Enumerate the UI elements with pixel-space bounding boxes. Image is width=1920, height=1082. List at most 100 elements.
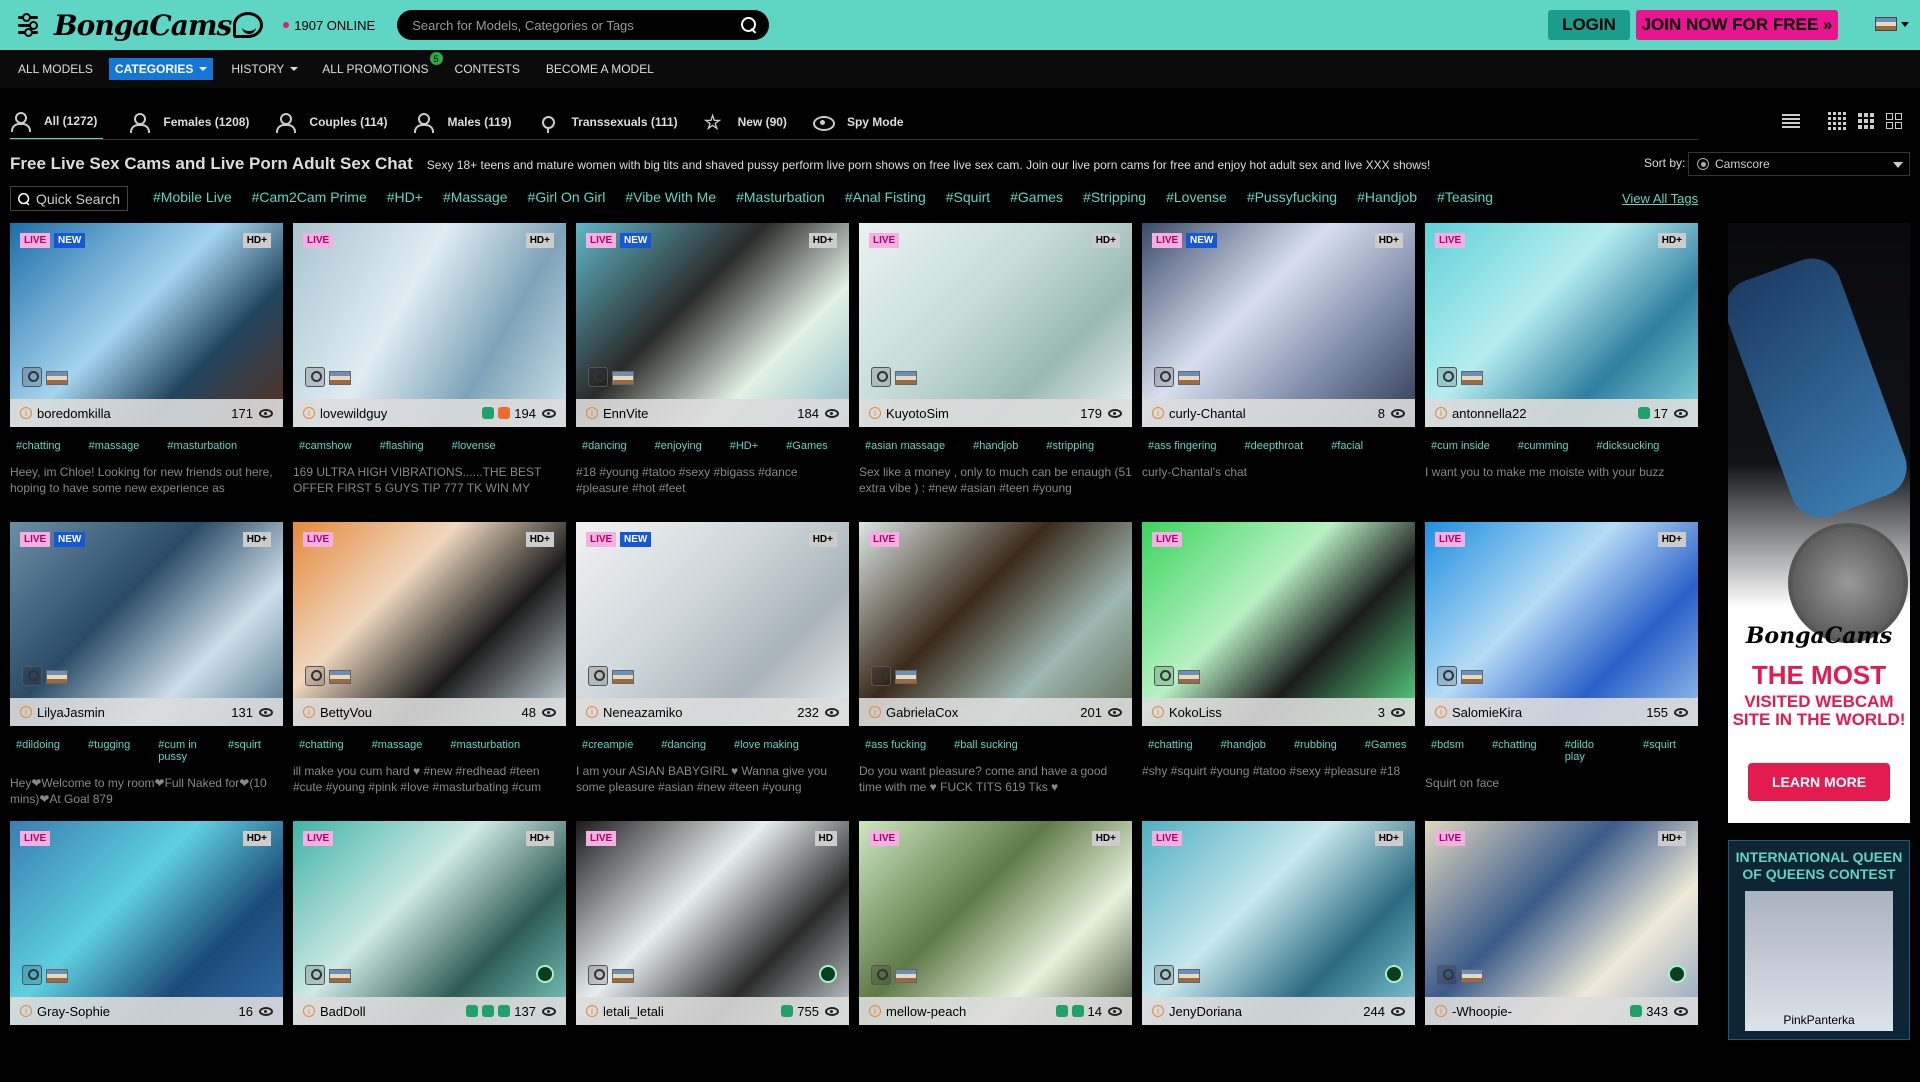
card-tag[interactable]: #rubbing — [1294, 739, 1337, 751]
model-name[interactable]: letali_letali — [603, 1004, 781, 1019]
model-name[interactable]: KokoLiss — [1169, 705, 1378, 720]
model-card[interactable]: LIVE HD+ i BadDoll 137 — [293, 821, 566, 1082]
card-tag[interactable]: #massage — [89, 440, 140, 452]
info-icon[interactable]: i — [1152, 1005, 1164, 1017]
card-tag[interactable]: #stripping — [1046, 440, 1094, 452]
card-tag[interactable]: #Games — [786, 440, 828, 452]
model-thumbnail[interactable]: LIVE HD i letali_letali 755 — [576, 821, 849, 1025]
model-card[interactable]: LIVE HD+ i mellow-peach 14 — [859, 821, 1132, 1082]
list-view-icon[interactable] — [1782, 114, 1800, 128]
nav-all-models[interactable]: ALL MODELS — [18, 62, 93, 76]
model-thumbnail[interactable]: LIVE NEW HD+ i Neneazamiko 232 — [576, 522, 849, 726]
zoom-icon[interactable] — [1437, 965, 1457, 985]
model-card[interactable]: LIVE NEW HD+ i Neneazamiko 232 #creampie #danci… — [576, 522, 849, 795]
info-icon[interactable]: i — [303, 407, 315, 419]
card-tag[interactable]: #Games — [1365, 739, 1407, 751]
zoom-icon[interactable] — [588, 367, 608, 387]
tag-link[interactable]: #Anal Fisting — [845, 189, 926, 205]
model-name[interactable]: -Whoopie- — [1452, 1004, 1630, 1019]
tab-spy-mode[interactable]: Spy Mode — [812, 104, 904, 140]
tag-link[interactable]: #Games — [1010, 189, 1063, 205]
model-thumbnail[interactable]: LIVE NEW HD+ i LilyaJasmin 131 — [10, 522, 283, 726]
model-thumbnail[interactable]: LIVE NEW HD+ i curly-Chantal 8 — [1142, 223, 1415, 427]
info-icon[interactable]: i — [20, 1005, 32, 1017]
model-thumbnail[interactable]: LIVE HD+ i mellow-peach 14 — [859, 821, 1132, 1025]
info-icon[interactable]: i — [303, 1005, 315, 1017]
model-name[interactable]: GabrielaCox — [886, 705, 1080, 720]
model-card[interactable]: LIVE NEW HD+ i EnnVite 184 #dancing #enjoying #H… — [576, 223, 849, 496]
model-card[interactable]: LIVE NEW HD+ i LilyaJasmin 131 #dildoing #tuggi… — [10, 522, 283, 807]
model-name[interactable]: Neneazamiko — [603, 705, 797, 720]
model-name[interactable]: BadDoll — [320, 1004, 466, 1019]
info-icon[interactable]: i — [869, 407, 881, 419]
zoom-icon[interactable] — [588, 666, 608, 686]
tab-new[interactable]: New (90) — [704, 104, 787, 140]
tag-link[interactable]: #Massage — [443, 189, 508, 205]
learn-more-button[interactable]: LEARN MORE — [1748, 763, 1890, 801]
zoom-icon[interactable] — [22, 965, 42, 985]
zoom-icon[interactable] — [1154, 965, 1174, 985]
tag-link[interactable]: #Stripping — [1083, 189, 1146, 205]
model-card[interactable]: LIVE NEW HD+ i curly-Chantal 8 #ass fingering #… — [1142, 223, 1415, 496]
model-thumbnail[interactable]: LIVE HD+ i -Whoopie- 343 — [1425, 821, 1698, 1025]
card-tag[interactable]: #enjoying — [655, 440, 702, 452]
card-tag[interactable]: #handjob — [1221, 739, 1266, 751]
search-icon[interactable] — [741, 17, 757, 33]
tag-link[interactable]: #Pussyfucking — [1247, 189, 1337, 205]
model-thumbnail[interactable]: LIVE NEW HD+ i boredomkilla 171 — [10, 223, 283, 427]
info-icon[interactable]: i — [1435, 1005, 1447, 1017]
model-name[interactable]: lovewildguy — [320, 406, 482, 421]
model-thumbnail[interactable]: LIVE HD+ i SalomieKira 155 — [1425, 522, 1698, 726]
site-logo[interactable]: BongaCams — [54, 9, 264, 42]
card-tag[interactable]: #creampie — [582, 739, 633, 751]
model-card[interactable]: LIVE HD i letali_letali 755 — [576, 821, 849, 1082]
info-icon[interactable]: i — [1152, 407, 1164, 419]
contest-banner[interactable]: INTERNATIONAL QUEEN OF QUEENS CONTEST Pi… — [1728, 840, 1910, 1040]
model-name[interactable]: mellow-peach — [886, 1004, 1056, 1019]
card-tag[interactable]: #chatting — [299, 739, 344, 751]
tag-link[interactable]: #HD+ — [387, 189, 423, 205]
card-tag[interactable]: #dildoing — [16, 739, 60, 763]
zoom-icon[interactable] — [871, 965, 891, 985]
tag-link[interactable]: #Girl On Girl — [528, 189, 606, 205]
model-name[interactable]: BettyVou — [320, 705, 522, 720]
model-thumbnail[interactable]: LIVE HD+ i antonnella22 17 — [1425, 223, 1698, 427]
info-icon[interactable]: i — [869, 1005, 881, 1017]
model-name[interactable]: KuyotoSim — [886, 406, 1080, 421]
model-thumbnail[interactable]: LIVE HD+ i BettyVou 48 — [293, 522, 566, 726]
zoom-icon[interactable] — [1437, 666, 1457, 686]
tag-link[interactable]: #Lovense — [1166, 189, 1227, 205]
login-button[interactable]: LOGIN — [1548, 10, 1630, 40]
info-icon[interactable]: i — [586, 706, 598, 718]
model-name[interactable]: boredomkilla — [37, 406, 231, 421]
quick-search-button[interactable]: Quick Search — [10, 186, 128, 211]
card-tag[interactable]: #asian massage — [865, 440, 945, 452]
tab-females[interactable]: Females (1208) — [129, 104, 249, 140]
zoom-icon[interactable] — [871, 367, 891, 387]
zoom-icon[interactable] — [1154, 666, 1174, 686]
card-tag[interactable]: #dicksucking — [1596, 440, 1659, 452]
tab-all[interactable]: All (1272) — [10, 104, 104, 140]
nav-all-promotions[interactable]: ALL PROMOTIONS 5 — [322, 52, 443, 76]
card-tag[interactable]: #cum in pussy — [158, 739, 200, 763]
model-thumbnail[interactable]: LIVE HD+ i JenyDoriana 244 — [1142, 821, 1415, 1025]
model-card[interactable]: LIVE NEW HD+ i boredomkilla 171 #chatting #mass… — [10, 223, 283, 496]
card-tag[interactable]: #squirt — [228, 739, 261, 763]
card-tag[interactable]: #cum inside — [1431, 440, 1490, 452]
search-input[interactable] — [412, 17, 742, 33]
card-tag[interactable]: #masturbation — [450, 739, 520, 751]
info-icon[interactable]: i — [586, 1005, 598, 1017]
model-card[interactable]: LIVE HD+ i Gray-Sophie 16 — [10, 821, 283, 1082]
tag-link[interactable]: #Cam2Cam Prime — [252, 189, 367, 205]
model-name[interactable]: Gray-Sophie — [37, 1004, 239, 1019]
zoom-icon[interactable] — [588, 965, 608, 985]
sort-select[interactable]: Camscore — [1688, 152, 1910, 176]
nav-become-model[interactable]: BECOME A MODEL — [546, 62, 654, 76]
tag-link[interactable]: #Handjob — [1357, 189, 1417, 205]
tag-link[interactable]: #Vibe With Me — [625, 189, 716, 205]
card-tag[interactable]: #bdsm — [1431, 739, 1464, 763]
model-card[interactable]: LIVE HD+ i -Whoopie- 343 — [1425, 821, 1698, 1082]
card-tag[interactable]: #chatting — [16, 440, 61, 452]
model-name[interactable]: antonnella22 — [1452, 406, 1638, 421]
model-name[interactable]: EnnVite — [603, 406, 797, 421]
